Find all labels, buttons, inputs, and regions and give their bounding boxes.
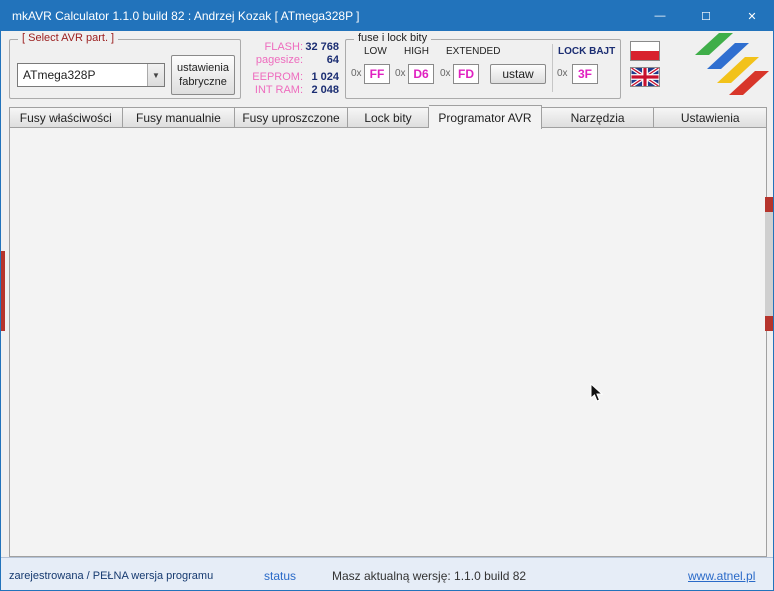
- lock-byte-label: LOCK BAJT: [558, 46, 616, 57]
- tab-programator-avr[interactable]: Programator AVR: [429, 105, 542, 129]
- intram-label: INT RAM:: [254, 84, 303, 96]
- tab-fusy-uproszczone[interactable]: Fusy uproszczone: [235, 107, 348, 128]
- fuse-lock-group-label: fuse i lock bity: [354, 32, 432, 44]
- avr-part-select[interactable]: ATmega328P ▼: [17, 63, 165, 87]
- close-button[interactable]: ✕: [729, 1, 773, 31]
- flash-size-label: FLASH:: [264, 41, 303, 53]
- website-link[interactable]: www.atnel.pl: [688, 569, 755, 583]
- tab-narzedzia[interactable]: Narzędzia: [541, 107, 655, 128]
- set-fuses-button[interactable]: ustaw: [490, 64, 546, 84]
- registration-status: zarejestrowana / PEŁNA wersja programu: [9, 570, 214, 582]
- eeprom-size-value: 1 024: [311, 71, 339, 83]
- tab-ustawienia[interactable]: Ustawienia: [654, 107, 768, 128]
- minimize-button[interactable]: —: [637, 1, 683, 31]
- intram-value: 2 048: [311, 84, 339, 96]
- pagesize-label: pagesize:: [255, 54, 303, 66]
- titlebar[interactable]: mkAVR Calculator 1.1.0 build 82 : Andrze…: [1, 1, 773, 31]
- lock-byte-value[interactable]: 3F: [572, 64, 598, 84]
- high-fuse-value[interactable]: D6: [408, 64, 434, 84]
- mouse-cursor-icon: [590, 382, 604, 406]
- extended-fuse-label: EXTENDED: [446, 46, 501, 57]
- tab-bar: Fusy właściwości Fusy manualnie Fusy upr…: [9, 105, 768, 129]
- factory-settings-button[interactable]: ustawienia fabryczne: [171, 55, 235, 95]
- avr-part-value: ATmega328P: [23, 68, 96, 82]
- chevron-down-icon: ▼: [147, 64, 164, 86]
- pagesize-value: 64: [326, 54, 339, 66]
- low-fuse-value[interactable]: FF: [364, 64, 390, 84]
- poland-flag-icon[interactable]: [630, 41, 660, 61]
- minimize-icon: —: [654, 10, 666, 22]
- tab-lock-bity[interactable]: Lock bity: [347, 107, 430, 128]
- background-window-artifact-right: [765, 197, 773, 331]
- window-title: mkAVR Calculator 1.1.0 build 82 : Andrze…: [12, 9, 360, 23]
- atnel-logo-icon: [685, 31, 771, 97]
- background-window-artifact-left: [1, 251, 5, 331]
- fuse-lock-group: fuse i lock bity LOW HIGH EXTENDED LOCK …: [345, 32, 621, 99]
- tab-fusy-manualnie[interactable]: Fusy manualnie: [122, 107, 236, 128]
- tab-fusy-wlasciwosci[interactable]: Fusy właściwości: [9, 107, 123, 128]
- status-link[interactable]: status: [264, 569, 296, 583]
- programator-avr-panel: [9, 127, 767, 557]
- hex-prefix: 0x: [440, 68, 451, 79]
- mkavr-calculator-window: mkAVR Calculator 1.1.0 build 82 : Andrze…: [0, 0, 774, 591]
- low-fuse-label: LOW: [364, 46, 387, 57]
- flash-size-value: 32 768: [305, 41, 339, 53]
- hex-prefix: 0x: [557, 68, 568, 79]
- high-fuse-label: HIGH: [404, 46, 429, 57]
- close-icon: ✕: [747, 10, 757, 23]
- eeprom-size-label: EEPROM:: [252, 71, 303, 83]
- maximize-icon: ☐: [701, 10, 711, 23]
- status-bar: zarejestrowana / PEŁNA wersja programu s…: [1, 557, 773, 590]
- uk-flag-icon[interactable]: [630, 67, 660, 87]
- select-avr-group-label: [ Select AVR part. ]: [18, 32, 119, 44]
- fuse-separator: [552, 44, 553, 92]
- version-text: Masz aktualną wersję: 1.1.0 build 82: [332, 569, 527, 583]
- hex-prefix: 0x: [351, 68, 362, 79]
- hex-prefix: 0x: [395, 68, 406, 79]
- maximize-button[interactable]: ☐: [683, 1, 729, 31]
- extended-fuse-value[interactable]: FD: [453, 64, 479, 84]
